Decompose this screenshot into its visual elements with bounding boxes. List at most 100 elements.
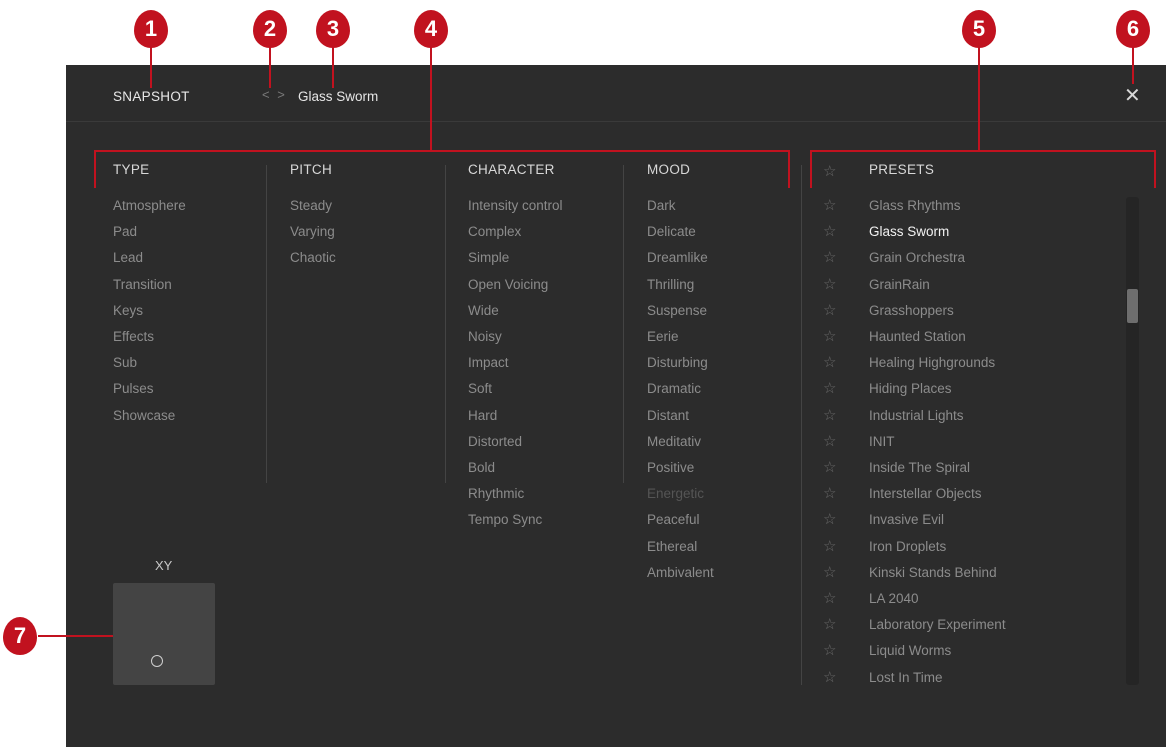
preset-label: Interstellar Objects	[869, 486, 982, 502]
filter-tag[interactable]: Pulses	[113, 376, 186, 402]
filter-tag[interactable]: Transition	[113, 272, 186, 298]
preset-row[interactable]: ☆ Haunted Station	[823, 324, 966, 350]
callout-6-line	[1132, 46, 1134, 84]
filter-tag[interactable]: Steady	[290, 193, 336, 219]
star-icon[interactable]: ☆	[823, 612, 869, 638]
star-icon[interactable]: ☆	[823, 219, 869, 245]
filter-tag[interactable]: Distorted	[468, 429, 563, 455]
column-divider	[623, 165, 624, 483]
filter-tag[interactable]: Intensity control	[468, 193, 563, 219]
filter-tag[interactable]: Eerie	[647, 324, 714, 350]
preset-row[interactable]: ☆ GrainRain	[823, 272, 930, 298]
filter-tag[interactable]: Impact	[468, 350, 563, 376]
callout-1-line	[150, 46, 152, 88]
scrollbar-thumb[interactable]	[1127, 289, 1138, 323]
prev-next-arrows[interactable]: < >	[262, 87, 287, 102]
star-icon[interactable]: ☆	[823, 429, 869, 455]
filter-tag[interactable]: Effects	[113, 324, 186, 350]
filter-tag[interactable]: Wide	[468, 298, 563, 324]
filter-tag[interactable]: Energetic	[647, 481, 714, 507]
filter-tag[interactable]: Suspense	[647, 298, 714, 324]
mood-header: MOOD	[647, 162, 691, 177]
filter-tag[interactable]: Open Voicing	[468, 272, 563, 298]
star-icon[interactable]: ☆	[823, 298, 869, 324]
mood-list: Dark Delicate Dreamlike Thrilling Suspense Ee…	[647, 193, 714, 586]
star-icon[interactable]: ☆	[823, 455, 869, 481]
filter-tag[interactable]: Simple	[468, 245, 563, 271]
filter-tag[interactable]: Thrilling	[647, 272, 714, 298]
preset-row[interactable]: ☆ Glass Rhythms	[823, 193, 961, 219]
star-icon[interactable]: ☆	[823, 272, 869, 298]
star-icon[interactable]: ☆	[823, 638, 869, 664]
filter-tag[interactable]: Dark	[647, 193, 714, 219]
filter-tag[interactable]: Ethereal	[647, 534, 714, 560]
filter-tag[interactable]: Delicate	[647, 219, 714, 245]
preset-label: Grasshoppers	[869, 302, 954, 318]
filter-tag[interactable]: Keys	[113, 298, 186, 324]
callout-6: 6	[1116, 10, 1150, 48]
preset-row[interactable]: ☆ Glass Sworm	[823, 219, 949, 245]
preset-row[interactable]: ☆ Lost In Time	[823, 665, 943, 691]
preset-row[interactable]: ☆ Kinski Stands Behind	[823, 560, 997, 586]
preset-row[interactable]: ☆ Interstellar Objects	[823, 481, 982, 507]
xy-handle[interactable]	[151, 655, 163, 667]
filter-tag[interactable]: Ambivalent	[647, 560, 714, 586]
star-icon[interactable]: ☆	[823, 162, 836, 180]
callout-3: 3	[316, 10, 350, 48]
filter-tag[interactable]: Atmosphere	[113, 193, 186, 219]
filter-tag[interactable]: Meditativ	[647, 429, 714, 455]
filter-tag[interactable]: Soft	[468, 376, 563, 402]
callout-2-line	[269, 46, 271, 88]
filter-tag[interactable]: Positive	[647, 455, 714, 481]
star-icon[interactable]: ☆	[823, 507, 869, 533]
star-icon[interactable]: ☆	[823, 245, 869, 271]
star-icon[interactable]: ☆	[823, 665, 869, 691]
star-icon[interactable]: ☆	[823, 376, 869, 402]
star-icon[interactable]: ☆	[823, 481, 869, 507]
filter-tag[interactable]: Rhythmic	[468, 481, 563, 507]
filter-tag[interactable]: Dramatic	[647, 376, 714, 402]
pitch-list: Steady Varying Chaotic	[290, 193, 336, 272]
filter-tag[interactable]: Sub	[113, 350, 186, 376]
filter-tag[interactable]: Bold	[468, 455, 563, 481]
star-icon[interactable]: ☆	[823, 534, 869, 560]
preset-row[interactable]: ☆ Invasive Evil	[823, 507, 944, 533]
preset-row[interactable]: ☆ Healing Highgrounds	[823, 350, 995, 376]
preset-row[interactable]: ☆ Hiding Places	[823, 376, 952, 402]
filter-tag[interactable]: Distant	[647, 403, 714, 429]
filter-tag[interactable]: Chaotic	[290, 245, 336, 271]
preset-label: Lost In Time	[869, 669, 943, 685]
preset-row[interactable]: ☆ Inside The Spiral	[823, 455, 970, 481]
filter-tag[interactable]: Tempo Sync	[468, 507, 563, 533]
filter-tag[interactable]: Lead	[113, 245, 186, 271]
xy-pad[interactable]	[113, 583, 215, 685]
filter-tag[interactable]: Dreamlike	[647, 245, 714, 271]
preset-row[interactable]: ☆ Grain Orchestra	[823, 245, 965, 271]
preset-row[interactable]: ☆ Liquid Worms	[823, 638, 951, 664]
preset-row[interactable]: ☆ Industrial Lights	[823, 403, 964, 429]
filter-tag[interactable]: Showcase	[113, 403, 186, 429]
star-icon[interactable]: ☆	[823, 403, 869, 429]
callout-5: 5	[962, 10, 996, 48]
preset-row[interactable]: ☆ Laboratory Experiment	[823, 612, 1006, 638]
star-icon[interactable]: ☆	[823, 560, 869, 586]
type-list: Atmosphere Pad Lead Transition Keys Effects Su…	[113, 193, 186, 429]
preset-row[interactable]: ☆ LA 2040	[823, 586, 919, 612]
filter-tag[interactable]: Varying	[290, 219, 336, 245]
presets-scrollbar[interactable]	[1126, 197, 1139, 685]
preset-row[interactable]: ☆ Iron Droplets	[823, 534, 946, 560]
filter-tag[interactable]: Peaceful	[647, 507, 714, 533]
star-icon[interactable]: ☆	[823, 350, 869, 376]
star-icon[interactable]: ☆	[823, 586, 869, 612]
preset-row[interactable]: ☆ INIT	[823, 429, 895, 455]
filter-tag[interactable]: Complex	[468, 219, 563, 245]
preset-label: Grain Orchestra	[869, 250, 966, 266]
star-icon[interactable]: ☆	[823, 193, 869, 219]
filter-tag[interactable]: Pad	[113, 219, 186, 245]
filter-tag[interactable]: Disturbing	[647, 350, 714, 376]
filter-tag[interactable]: Noisy	[468, 324, 563, 350]
filter-tag[interactable]: Hard	[468, 403, 563, 429]
star-icon[interactable]: ☆	[823, 324, 869, 350]
preset-row[interactable]: ☆ Grasshoppers	[823, 298, 954, 324]
close-icon[interactable]: ✕	[1124, 83, 1141, 108]
